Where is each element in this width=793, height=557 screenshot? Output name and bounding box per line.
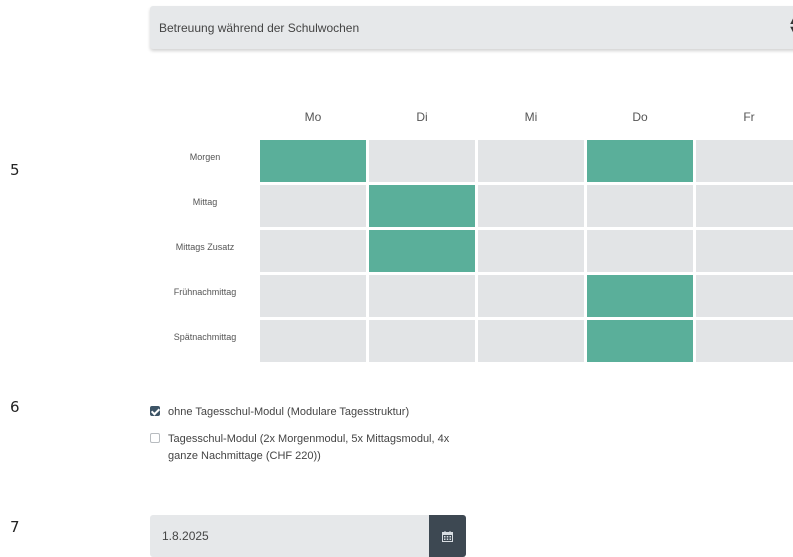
module-cell-fr-1[interactable] xyxy=(696,140,793,182)
step-number-6: 6 xyxy=(10,398,20,416)
module-cell-di-4[interactable] xyxy=(369,275,475,317)
option-day-school-module[interactable]: Tagesschul-Modul (2x Morgenmodul, 5x Mit… xyxy=(150,431,450,465)
module-cell-di-3[interactable] xyxy=(369,230,475,272)
care-period-select-value: Betreuung während der Schulwochen xyxy=(159,20,360,35)
module-cell-mo-2[interactable] xyxy=(260,185,366,227)
module-cell-do-1[interactable] xyxy=(587,140,693,182)
day-header-mo: Mo xyxy=(304,110,322,124)
module-cell-mi-2[interactable] xyxy=(478,185,584,227)
day-header-do: Do xyxy=(632,110,648,124)
module-cell-do-3[interactable] xyxy=(587,230,693,272)
row-label: Morgen xyxy=(189,152,221,162)
calendar-button[interactable] xyxy=(429,515,466,557)
module-cell-mi-3[interactable] xyxy=(478,230,584,272)
day-header-di: Di xyxy=(416,110,428,124)
module-cell-mi-5[interactable] xyxy=(478,320,584,362)
module-cell-mi-4[interactable] xyxy=(478,275,584,317)
module-cell-do-5[interactable] xyxy=(587,320,693,362)
option-without-day-school-module[interactable]: ohne Tagesschul-Modul (Modulare Tagesstr… xyxy=(150,404,409,421)
module-cell-mo-1[interactable] xyxy=(260,140,366,182)
page: 5 6 7 Betreuung während der Schulwochen … xyxy=(0,0,793,557)
module-cell-mo-3[interactable] xyxy=(260,230,366,272)
step-number-7: 7 xyxy=(10,518,20,536)
row-label: Mittags Zusatz xyxy=(175,242,235,252)
option-without-day-school-module-label: ohne Tagesschul-Modul (Modulare Tagesstr… xyxy=(168,406,410,418)
module-cell-di-5[interactable] xyxy=(369,320,475,362)
calendar-icon xyxy=(442,530,453,542)
start-date-input[interactable] xyxy=(150,515,429,557)
step-number-5: 5 xyxy=(10,161,20,179)
day-header-fr: Fr xyxy=(743,110,755,124)
select-arrows-icon: ▲▼ xyxy=(788,16,793,36)
option-day-school-module-label: Tagesschul-Modul (2x Morgenmodul, 5x Mit… xyxy=(168,433,450,462)
module-cell-fr-3[interactable] xyxy=(696,230,793,272)
module-cell-mo-5[interactable] xyxy=(260,320,366,362)
module-cell-mo-4[interactable] xyxy=(260,275,366,317)
module-cell-fr-5[interactable] xyxy=(696,320,793,362)
care-period-select[interactable]: Betreuung während der Schulwochen ▲▼ xyxy=(150,6,793,49)
day-header-mi: Mi xyxy=(524,110,538,124)
module-cell-di-1[interactable] xyxy=(369,140,475,182)
row-label: Frühnachmittag xyxy=(173,287,237,297)
module-cell-do-4[interactable] xyxy=(587,275,693,317)
start-date-field xyxy=(150,515,466,557)
module-cell-mi-1[interactable] xyxy=(478,140,584,182)
module-cell-do-2[interactable] xyxy=(587,185,693,227)
module-cell-fr-4[interactable] xyxy=(696,275,793,317)
option-without-day-school-module-checkbox[interactable] xyxy=(150,406,160,416)
row-label: Mittag xyxy=(192,197,218,207)
module-cell-di-2[interactable] xyxy=(369,185,475,227)
row-label: Spätnachmittag xyxy=(173,332,237,342)
module-cell-fr-2[interactable] xyxy=(696,185,793,227)
option-day-school-module-checkbox[interactable] xyxy=(150,433,160,443)
